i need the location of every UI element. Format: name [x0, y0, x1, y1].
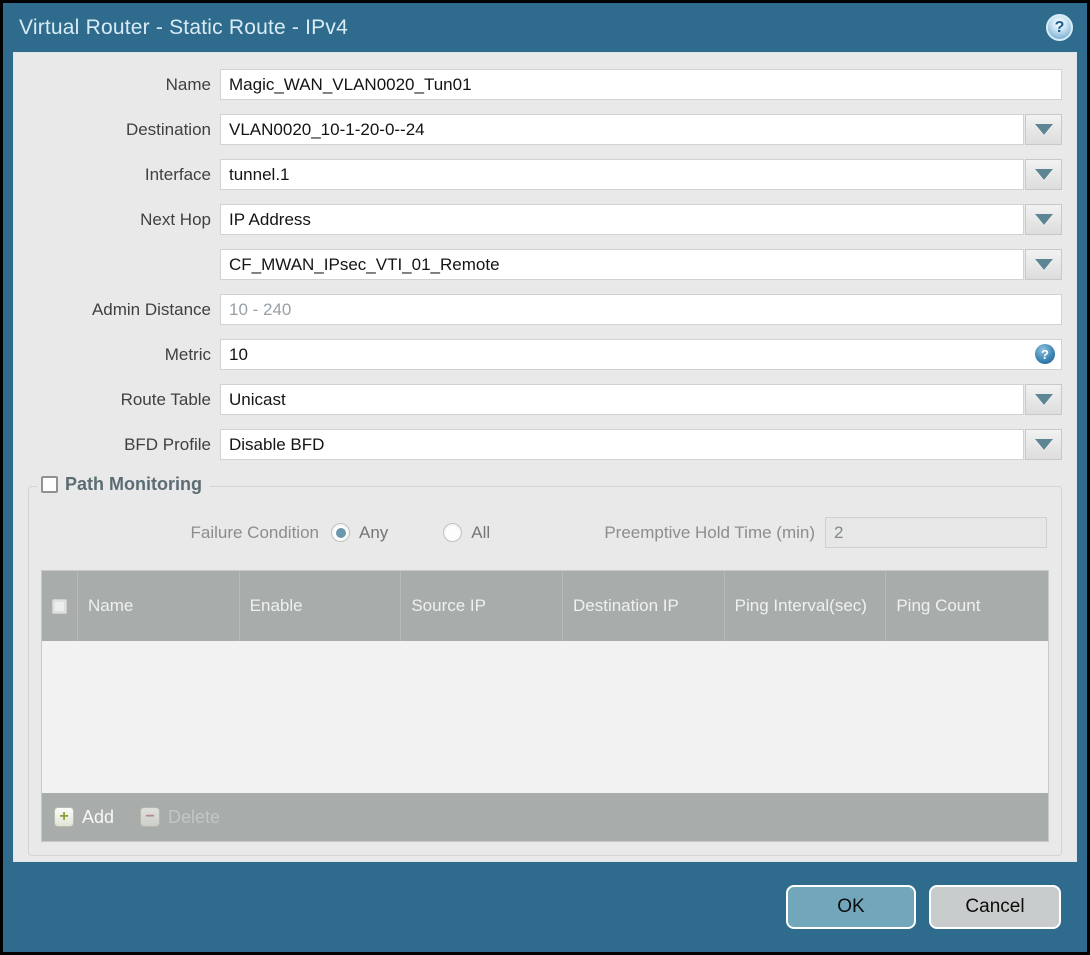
chevron-down-icon — [1034, 259, 1053, 270]
dialog-titlebar: Virtual Router - Static Route - IPv4 ? — [3, 3, 1087, 52]
interface-dropdown-button[interactable] — [1025, 159, 1062, 190]
next-hop-label: Next Hop — [140, 209, 211, 229]
destination-dropdown-button[interactable] — [1025, 114, 1062, 145]
form-row-next-hop-address — [28, 249, 1062, 280]
preemptive-hold-time-input[interactable] — [825, 517, 1047, 548]
add-button-label: Add — [82, 806, 115, 827]
dialog-body: Name Destination Interface — [13, 52, 1077, 862]
form-row-admin-distance: Admin Distance — [28, 294, 1062, 325]
cancel-button[interactable]: Cancel — [929, 885, 1061, 929]
route-table-dropdown-button[interactable] — [1025, 384, 1062, 415]
delete-row-button[interactable]: − Delete — [140, 807, 220, 828]
failure-condition-row: Failure Condition Any All Preemptive Hol… — [41, 517, 1049, 548]
failure-condition-radio-any[interactable] — [331, 523, 350, 542]
table-header-row: Name Enable Source IP Destination IP Pin… — [42, 571, 1048, 641]
help-icon[interactable]: ? — [1046, 14, 1073, 41]
chevron-down-icon — [1034, 214, 1053, 225]
bfd-profile-dropdown-button[interactable] — [1025, 429, 1062, 460]
metric-help-icon[interactable]: ? — [1035, 344, 1055, 364]
route-table-input[interactable] — [220, 384, 1024, 415]
failure-condition-all-label: All — [471, 522, 491, 542]
preemptive-hold-time-label: Preemptive Hold Time (min) — [604, 522, 815, 542]
path-monitoring-title: Path Monitoring — [65, 474, 202, 494]
chevron-down-icon — [1034, 394, 1053, 405]
failure-condition-any-label: Any — [359, 522, 389, 542]
admin-distance-input[interactable] — [220, 294, 1062, 325]
path-monitoring-section: Path Monitoring Failure Condition Any Al… — [28, 474, 1062, 856]
metric-label: Metric — [164, 344, 211, 364]
form-row-interface: Interface — [28, 159, 1062, 190]
next-hop-type-input[interactable] — [220, 204, 1024, 235]
path-monitoring-checkbox[interactable] — [41, 476, 58, 493]
table-header-checkbox-cell — [42, 571, 78, 641]
column-header-source-ip[interactable]: Source IP — [401, 571, 563, 641]
destination-label: Destination — [125, 119, 211, 139]
interface-label: Interface — [144, 164, 211, 184]
form-row-name: Name — [28, 69, 1062, 100]
plus-icon: + — [54, 807, 74, 827]
table-body-empty — [42, 641, 1048, 793]
metric-input[interactable] — [220, 339, 1062, 370]
interface-input[interactable] — [220, 159, 1024, 190]
static-route-dialog: Virtual Router - Static Route - IPv4 ? N… — [3, 3, 1087, 952]
next-hop-type-dropdown-button[interactable] — [1025, 204, 1062, 235]
form-row-bfd-profile: BFD Profile — [28, 429, 1062, 460]
name-input[interactable] — [220, 69, 1062, 100]
failure-condition-label: Failure Condition — [190, 522, 319, 542]
failure-condition-radio-all[interactable] — [443, 523, 463, 542]
admin-distance-label: Admin Distance — [91, 299, 211, 319]
path-monitoring-table: Name Enable Source IP Destination IP Pin… — [41, 570, 1049, 842]
route-table-label: Route Table — [120, 389, 211, 409]
path-monitoring-legend: Path Monitoring — [37, 474, 210, 495]
column-header-enable[interactable]: Enable — [240, 571, 402, 641]
ok-button[interactable]: OK — [786, 885, 916, 929]
radio-dot — [335, 527, 346, 538]
form-row-route-table: Route Table — [28, 384, 1062, 415]
chevron-down-icon — [1034, 124, 1053, 135]
form-row-next-hop: Next Hop — [28, 204, 1062, 235]
column-header-ping-interval[interactable]: Ping Interval(sec) — [725, 571, 887, 641]
minus-icon: − — [140, 807, 161, 827]
chevron-down-icon — [1034, 439, 1053, 450]
column-header-ping-count[interactable]: Ping Count — [886, 571, 1048, 641]
select-all-checkbox[interactable] — [52, 598, 67, 614]
dialog-title: Virtual Router - Static Route - IPv4 — [19, 15, 348, 39]
next-hop-address-input[interactable] — [220, 249, 1024, 280]
column-header-destination-ip[interactable]: Destination IP — [563, 571, 725, 641]
form-row-destination: Destination — [28, 114, 1062, 145]
bfd-profile-label: BFD Profile — [124, 434, 211, 454]
delete-button-label: Delete — [168, 806, 221, 827]
dialog-footer: OK Cancel — [3, 862, 1087, 952]
column-header-name[interactable]: Name — [78, 571, 240, 641]
destination-input[interactable] — [220, 114, 1024, 145]
name-label: Name — [165, 74, 211, 94]
screenshot-frame: Virtual Router - Static Route - IPv4 ? N… — [0, 0, 1090, 955]
bfd-profile-input[interactable] — [220, 429, 1024, 460]
next-hop-address-dropdown-button[interactable] — [1025, 249, 1062, 280]
chevron-down-icon — [1034, 169, 1053, 180]
form-row-metric: Metric ? — [28, 339, 1062, 370]
add-row-button[interactable]: + Add — [54, 807, 114, 828]
table-footer-toolbar: + Add − Delete — [42, 793, 1048, 841]
